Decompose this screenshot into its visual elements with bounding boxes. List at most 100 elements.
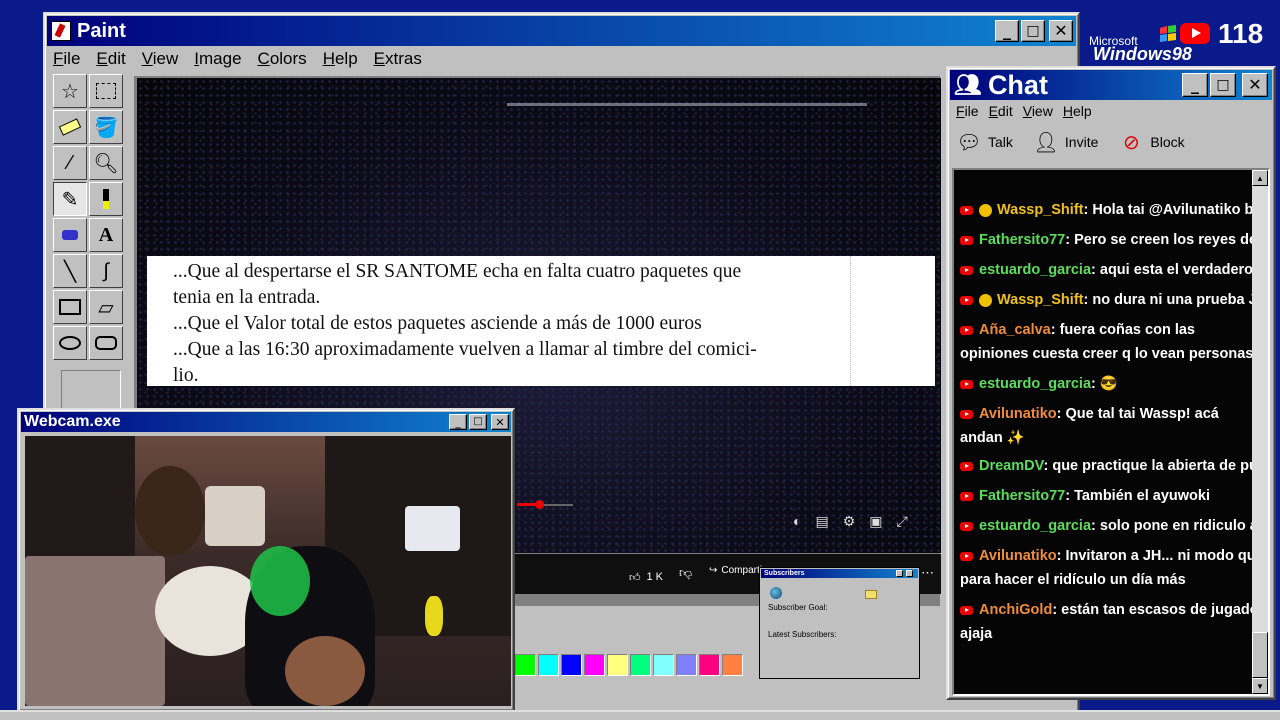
chat-scrollbar[interactable]: ▲ ▼ bbox=[1252, 170, 1268, 694]
like-button[interactable]: 👍︎ 1 K bbox=[629, 565, 663, 589]
scroll-up-arrow-icon[interactable]: ▲ bbox=[1252, 170, 1268, 186]
text-tool-icon[interactable]: A bbox=[89, 218, 123, 252]
chat-username[interactable]: Avilunatiko bbox=[979, 548, 1057, 564]
chat-menu-edit[interactable]: Edit bbox=[989, 103, 1013, 119]
curve-icon[interactable]: ∫ bbox=[89, 254, 123, 288]
chat-username[interactable]: estuardo_garcia bbox=[979, 262, 1091, 278]
brush-icon[interactable] bbox=[89, 182, 123, 216]
palette-swatch[interactable] bbox=[607, 654, 628, 676]
menu-file[interactable]: File bbox=[53, 49, 80, 69]
palette-swatch[interactable] bbox=[515, 654, 536, 676]
chat-message-log[interactable]: Wassp_Shift: Hola tai @Avilunatiko bue Fa… bbox=[952, 168, 1270, 696]
taskbar bbox=[0, 710, 1280, 720]
chat-username[interactable]: Avilunatiko bbox=[979, 406, 1057, 422]
subscribers-titlebar[interactable]: Subscribers bbox=[761, 569, 918, 578]
video-scrubber-handle[interactable] bbox=[535, 500, 544, 509]
paint-app-icon bbox=[51, 21, 71, 41]
chat-maximize-button[interactable]: □ bbox=[1210, 73, 1236, 97]
menu-extras[interactable]: Extras bbox=[374, 49, 422, 69]
subtitles-icon[interactable]: ▤ bbox=[815, 513, 828, 530]
fill-icon[interactable]: 🪣 bbox=[89, 110, 123, 144]
airbrush-icon[interactable] bbox=[53, 218, 87, 252]
chat-titlebar[interactable]: 👥︎ Chat _ □ ✕ bbox=[950, 70, 1272, 100]
chat-username[interactable]: estuardo_garcia bbox=[979, 518, 1091, 534]
menu-image[interactable]: Image bbox=[194, 49, 241, 69]
menu-colors[interactable]: Colors bbox=[258, 49, 307, 69]
subscribers-close-button[interactable] bbox=[906, 570, 913, 577]
menu-help[interactable]: Help bbox=[323, 49, 358, 69]
palette-swatch[interactable] bbox=[538, 654, 559, 676]
palette-swatch[interactable] bbox=[676, 654, 697, 676]
chat-message: Aña_calva: fuera coñas con las opiniones… bbox=[960, 318, 1265, 366]
menu-view[interactable]: View bbox=[142, 49, 179, 69]
palette-swatch[interactable] bbox=[722, 654, 743, 676]
webcam-minimize-button[interactable]: _ bbox=[449, 414, 467, 430]
autoplay-toggle-icon[interactable]: ◐ bbox=[793, 513, 801, 530]
settings-gear-icon[interactable]: ⚙ bbox=[843, 513, 856, 530]
close-button[interactable]: ✕ bbox=[1049, 20, 1073, 42]
chat-username[interactable]: Fathersito77 bbox=[979, 232, 1065, 248]
chat-menubar: File Edit View Help bbox=[956, 101, 1102, 121]
yellow-figure bbox=[425, 596, 443, 636]
fullscreen-icon[interactable]: ⤢ bbox=[897, 513, 908, 530]
ellipse-icon[interactable] bbox=[53, 326, 87, 360]
minimize-button[interactable]: _ bbox=[995, 20, 1019, 42]
scroll-down-arrow-icon[interactable]: ▼ bbox=[1252, 678, 1268, 694]
chat-menu-view[interactable]: View bbox=[1023, 103, 1053, 119]
youtube-badge-icon bbox=[960, 605, 973, 615]
rect-select-icon[interactable] bbox=[89, 74, 123, 108]
youtube-badge-icon bbox=[960, 461, 973, 471]
scroll-thumb[interactable] bbox=[1252, 632, 1268, 678]
webcam-title-text: Webcam.exe bbox=[24, 413, 121, 430]
pencil-icon[interactable]: ✎ bbox=[53, 182, 87, 216]
palette-swatch[interactable] bbox=[630, 654, 651, 676]
chat-close-button[interactable]: ✕ bbox=[1242, 73, 1268, 97]
subscribers-minimize-button[interactable] bbox=[896, 570, 903, 577]
webcam-close-button[interactable]: ✕ bbox=[491, 414, 509, 430]
video-progress-track[interactable] bbox=[543, 504, 573, 506]
chat-username[interactable]: Aña_calva bbox=[979, 322, 1051, 338]
free-select-icon[interactable]: ☆ bbox=[53, 74, 87, 108]
talk-button[interactable]: 💬︎ Talk bbox=[956, 129, 1013, 155]
eraser-icon[interactable] bbox=[53, 110, 87, 144]
share-button[interactable]: ↪ Compartir bbox=[709, 565, 765, 576]
webcam-titlebar[interactable]: Webcam.exe _ □ ✕ bbox=[21, 412, 511, 432]
menu-edit[interactable]: Edit bbox=[96, 49, 125, 69]
more-options-icon[interactable]: ⋯ bbox=[921, 565, 934, 581]
magnifier-icon[interactable]: 🔍︎ bbox=[89, 146, 123, 180]
chat-text: : Pero se creen los reyes del bbox=[1065, 232, 1262, 248]
chat-minimize-button[interactable]: _ bbox=[1182, 73, 1208, 97]
chat-username[interactable]: estuardo_garcia bbox=[979, 376, 1091, 392]
rectangle-icon[interactable] bbox=[53, 290, 87, 324]
chat-username[interactable]: AnchiGold bbox=[979, 602, 1052, 618]
chat-window: 👥︎ Chat _ □ ✕ File Edit View Help 💬︎ Tal… bbox=[946, 66, 1276, 700]
chat-message: Wassp_Shift: no dura ni una prueba JA bbox=[960, 288, 1267, 312]
chat-menu-file[interactable]: File bbox=[956, 103, 979, 119]
youtube-badge-icon bbox=[960, 551, 973, 561]
invite-button[interactable]: 👤︎ Invite bbox=[1033, 129, 1098, 155]
palette-swatch[interactable] bbox=[699, 654, 720, 676]
webcam-maximize-button[interactable]: □ bbox=[469, 414, 487, 430]
webcam-feed bbox=[25, 436, 511, 706]
block-button[interactable]: ⊘ Block bbox=[1118, 129, 1185, 155]
line-icon[interactable]: ╲ bbox=[53, 254, 87, 288]
chat-username[interactable]: DreamDV bbox=[979, 458, 1043, 474]
chat-text: : aqui esta el verdadero c bbox=[1091, 262, 1266, 278]
chat-username[interactable]: Fathersito77 bbox=[979, 488, 1065, 504]
palette-swatch[interactable] bbox=[561, 654, 582, 676]
polygon-icon[interactable]: ▱ bbox=[89, 290, 123, 324]
chat-username[interactable]: Wassp_Shift bbox=[997, 292, 1083, 308]
paint-menubar: File Edit View Image Colors Help Extras bbox=[53, 47, 438, 71]
maximize-button[interactable]: □ bbox=[1021, 20, 1045, 42]
chat-username[interactable]: Wassp_Shift bbox=[997, 202, 1083, 218]
color-picker-icon[interactable]: ⁄ bbox=[53, 146, 87, 180]
rounded-rect-icon[interactable] bbox=[89, 326, 123, 360]
palette-swatch[interactable] bbox=[584, 654, 605, 676]
palette-swatch[interactable] bbox=[653, 654, 674, 676]
paint-titlebar[interactable]: Paint _ □ ✕ bbox=[47, 16, 1076, 46]
chat-menu-help[interactable]: Help bbox=[1063, 103, 1092, 119]
thumbs-down-icon[interactable]: 👎︎ bbox=[679, 565, 692, 581]
poster bbox=[25, 556, 165, 706]
talk-label: Talk bbox=[988, 134, 1013, 150]
miniplayer-icon[interactable]: ▣ bbox=[869, 513, 882, 530]
